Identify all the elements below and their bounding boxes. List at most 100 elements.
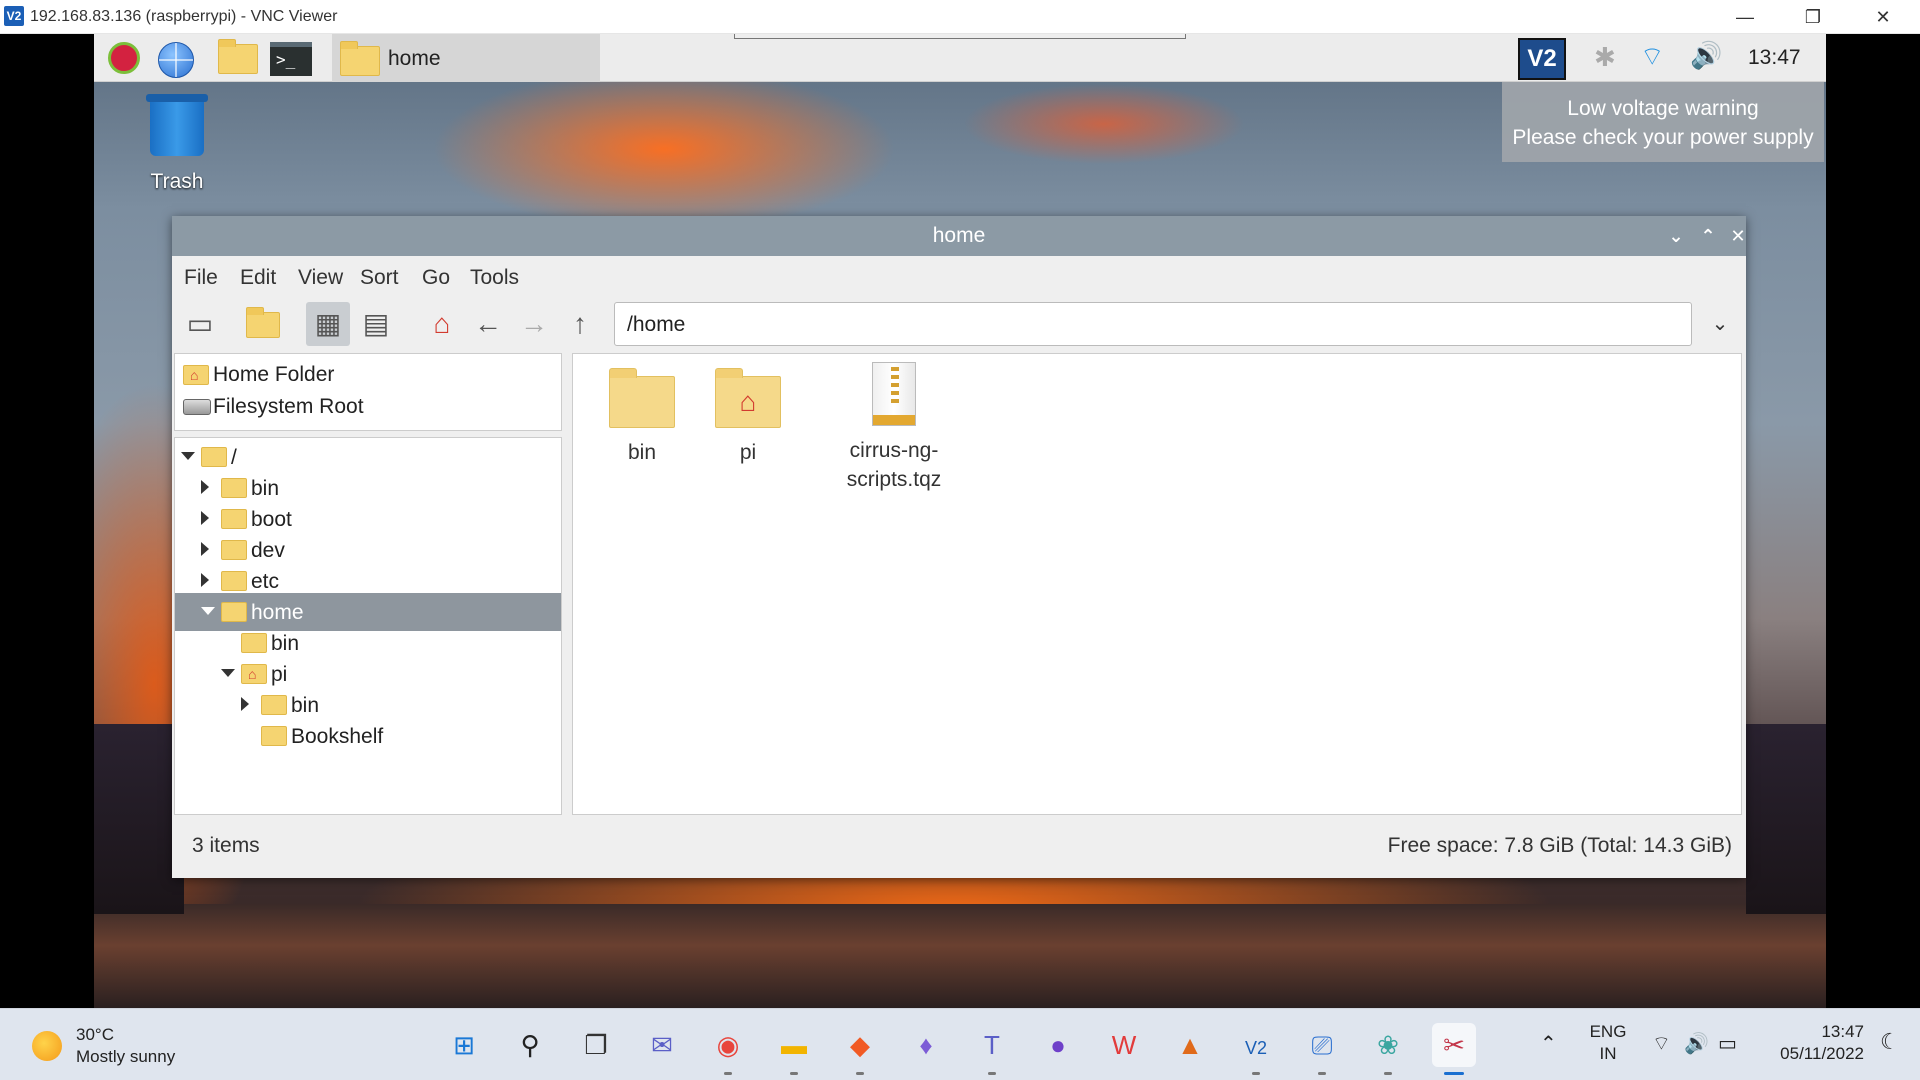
chevron-down-icon[interactable]: ⌄ bbox=[1702, 304, 1738, 344]
collapse-arrow-icon[interactable] bbox=[201, 607, 215, 615]
taskbar-app-matlab[interactable]: ▲ bbox=[1168, 1023, 1212, 1067]
language-code: ENG bbox=[1589, 1022, 1627, 1041]
remote-desktop[interactable]: >_ home V2 ✱ ⌔ 🔊 13:47 Low voltage warni… bbox=[94, 34, 1826, 1008]
collapse-arrow-icon[interactable] bbox=[221, 669, 235, 677]
focus-assist-icon[interactable]: ☾ bbox=[1880, 1029, 1900, 1055]
matlab-icon: ▲ bbox=[1177, 1030, 1203, 1060]
taskbar-app-brave[interactable]: ◆ bbox=[838, 1023, 882, 1075]
restore-button[interactable]: ❐ bbox=[1780, 0, 1846, 34]
maximize-button[interactable]: ⌃ bbox=[1694, 222, 1722, 250]
expand-arrow-icon[interactable] bbox=[201, 542, 209, 556]
taskbar-app-task-view[interactable]: ❐ bbox=[574, 1023, 618, 1067]
taskbar-app-remote-desktop[interactable]: ⎚ bbox=[1300, 1023, 1344, 1075]
home-icon: ⌂ bbox=[248, 666, 257, 682]
expand-arrow-icon[interactable] bbox=[201, 573, 209, 587]
toolbar: ▭ ▦ ▤ ⌂ ← → ↑ /home ⌄ bbox=[172, 298, 1746, 350]
file-view[interactable]: bin ⌂ pi cirrus-ng-scripts.tqz bbox=[572, 353, 1742, 815]
start-icon: ⊞ bbox=[453, 1030, 475, 1060]
taskbar-app-github-desktop[interactable]: ● bbox=[1036, 1023, 1080, 1067]
taskbar-app-file-explorer[interactable]: ▬ bbox=[772, 1023, 816, 1075]
list-view-icon[interactable]: ▤ bbox=[354, 302, 398, 346]
up-arrow-icon[interactable]: ↑ bbox=[558, 302, 602, 346]
expand-arrow-icon[interactable] bbox=[201, 511, 209, 525]
desktop-trash[interactable]: Trash bbox=[140, 94, 214, 194]
taskbar-app-start[interactable]: ⊞ bbox=[442, 1023, 486, 1067]
taskbar-app-snipping-tool[interactable]: ✂ bbox=[1432, 1023, 1476, 1075]
pi-taskbar: >_ home V2 ✱ ⌔ 🔊 13:47 bbox=[94, 34, 1826, 82]
battery-icon[interactable]: ▭ bbox=[1718, 1031, 1737, 1056]
raspberry-menu-button[interactable] bbox=[102, 38, 146, 78]
forward-arrow-icon[interactable]: → bbox=[512, 302, 556, 346]
folder-icon bbox=[609, 368, 675, 428]
file-item-pi[interactable]: ⌂ pi bbox=[693, 362, 803, 467]
back-arrow-icon[interactable]: ← bbox=[466, 302, 510, 346]
folder-icon bbox=[241, 633, 267, 653]
taskbar-window-home[interactable]: home bbox=[332, 34, 600, 82]
icon-view-icon[interactable]: ▦ bbox=[306, 302, 350, 346]
collapse-arrow-icon[interactable] bbox=[181, 452, 195, 460]
system-clock[interactable]: 13:47 05/11/2022 bbox=[1764, 1021, 1864, 1065]
file-manager-button[interactable] bbox=[216, 38, 260, 78]
new-window-icon[interactable]: ▭ bbox=[178, 302, 222, 346]
menu-edit[interactable]: Edit bbox=[240, 266, 276, 290]
volume-icon[interactable]: 🔊 bbox=[1690, 40, 1722, 71]
running-indicator bbox=[724, 1072, 732, 1075]
globe-icon bbox=[158, 42, 194, 78]
menu-tools[interactable]: Tools bbox=[470, 266, 519, 290]
directory-tree: / bin boot dev etc home bin ⌂ pi bin Bookshelf bbox=[174, 437, 562, 815]
menu-go[interactable]: Go bbox=[422, 266, 450, 290]
weather-sun-icon bbox=[32, 1031, 62, 1061]
windows-system-tray: ⌃ ENG IN ⌔ 🔊 ▭ 13:47 05/11/2022 ☾ bbox=[1540, 1019, 1920, 1071]
wallpaper-water bbox=[94, 904, 1826, 1008]
file-item-bin[interactable]: bin bbox=[587, 362, 697, 467]
bluetooth-icon[interactable]: ✱ bbox=[1594, 42, 1616, 73]
pane-splitter[interactable] bbox=[566, 353, 570, 815]
new-folder-button[interactable] bbox=[242, 302, 286, 346]
expand-arrow-icon[interactable] bbox=[201, 480, 209, 494]
vnc-server-icon[interactable]: V2 bbox=[1518, 38, 1566, 80]
minimize-button[interactable]: ⌄ bbox=[1662, 222, 1690, 250]
menu-sort[interactable]: Sort bbox=[360, 266, 399, 290]
weather-widget[interactable]: 30°C Mostly sunny bbox=[30, 1023, 210, 1069]
region-code: IN bbox=[1599, 1044, 1617, 1063]
home-icon: ⌂ bbox=[190, 367, 199, 383]
taskbar-app-wps[interactable]: W bbox=[1102, 1023, 1146, 1067]
file-item-archive[interactable]: cirrus-ng-scripts.tqz bbox=[829, 362, 959, 494]
wifi-icon[interactable]: ⌔ bbox=[1640, 40, 1664, 73]
chevron-up-icon[interactable]: ⌃ bbox=[1540, 1031, 1557, 1056]
minimize-button[interactable]: — bbox=[1712, 0, 1778, 34]
close-button[interactable]: ✕ bbox=[1724, 222, 1752, 250]
vnc-viewer-titlebar: V2 192.168.83.136 (raspberrypi) - VNC Vi… bbox=[0, 0, 1920, 34]
taskbar-app-vnc-viewer[interactable]: V2 bbox=[1234, 1023, 1278, 1075]
taskbar-app-paw-app[interactable]: ❀ bbox=[1366, 1023, 1410, 1075]
taskbar-app-chrome[interactable]: ◉ bbox=[706, 1023, 750, 1075]
running-indicator bbox=[1444, 1072, 1464, 1075]
panel-clock[interactable]: 13:47 bbox=[1748, 46, 1801, 70]
expand-arrow-icon[interactable] bbox=[241, 697, 249, 711]
taskbar-app-search[interactable]: ⚲ bbox=[508, 1023, 552, 1067]
web-browser-button[interactable] bbox=[154, 38, 198, 78]
file-manager-titlebar[interactable]: home ⌄ ⌃ ✕ bbox=[172, 216, 1746, 256]
place-filesystem-root[interactable]: Filesystem Root bbox=[179, 392, 559, 422]
menu-file[interactable]: File bbox=[184, 266, 218, 290]
tooltip-line: Please check your power supply bbox=[1512, 126, 1814, 149]
volume-icon[interactable]: 🔊 bbox=[1684, 1031, 1709, 1056]
clock-date: 05/11/2022 bbox=[1780, 1044, 1864, 1063]
taskbar-app-teams[interactable]: T bbox=[970, 1023, 1014, 1075]
home-icon[interactable]: ⌂ bbox=[420, 302, 464, 346]
taskbar-app-obsidian[interactable]: ♦ bbox=[904, 1023, 948, 1067]
path-input[interactable]: /home bbox=[614, 302, 1692, 346]
obsidian-icon: ♦ bbox=[919, 1030, 933, 1060]
input-language[interactable]: ENG IN bbox=[1584, 1021, 1632, 1065]
menu-view[interactable]: View bbox=[298, 266, 343, 290]
menu-bar: File Edit View Sort Go Tools bbox=[172, 256, 1746, 298]
home-folder-icon: ⌂ bbox=[715, 368, 781, 428]
wifi-icon[interactable]: ⌔ bbox=[1652, 1031, 1671, 1056]
tree-node-label: bin bbox=[251, 477, 280, 500]
terminal-button[interactable]: >_ bbox=[268, 38, 312, 78]
place-home-folder[interactable]: ⌂ Home Folder bbox=[179, 360, 559, 390]
taskbar-app-chat[interactable]: ✉ bbox=[640, 1023, 684, 1067]
low-voltage-warning-tooltip: Low voltage warning Please check your po… bbox=[1502, 82, 1824, 162]
tree-node[interactable]: Bookshelf bbox=[175, 717, 561, 755]
close-button[interactable]: ✕ bbox=[1850, 0, 1916, 34]
